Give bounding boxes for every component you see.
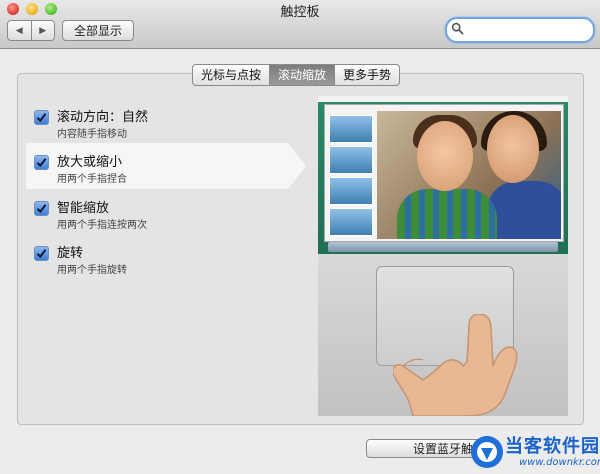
forward-button[interactable]: ▶ [30, 21, 55, 40]
checkmark-icon [36, 204, 47, 214]
tab-point-click[interactable]: 光标与点按 [193, 65, 269, 85]
preview-menubar [318, 96, 568, 102]
back-forward-group: ◀ ▶ [7, 20, 55, 41]
search-input[interactable] [467, 20, 589, 38]
trackpad-preferences-window: 触控板 ◀ ▶ 全部显示 光标与点按 滚动缩放 更多手势 滚动方向：自然 内容随… [0, 0, 600, 474]
checkmark-icon [36, 113, 47, 123]
search-field[interactable] [445, 17, 595, 43]
hand-icon [393, 314, 518, 416]
watermark-logo-icon [471, 436, 503, 468]
photo-woman-jacket [487, 181, 561, 239]
preview-family-photo [377, 111, 561, 239]
back-button[interactable]: ◀ [8, 21, 31, 40]
photo-woman-face [487, 115, 539, 183]
option-rotate[interactable]: 旋转 用两个手指旋转 [28, 242, 288, 276]
preview-thumbnail [329, 115, 373, 143]
preview-screen [318, 96, 568, 254]
option-smart-zoom[interactable]: 智能缩放 用两个手指连按两次 [28, 197, 288, 231]
option-title: 放大或缩小 [57, 155, 123, 170]
option-subtitle: 用两个手指捏合 [57, 174, 127, 185]
photo-boy-face [417, 121, 473, 191]
forward-arrow-icon: ▶ [39, 25, 47, 36]
option-title: 旋转 [57, 246, 84, 261]
scroll-direction-checkbox[interactable] [34, 110, 49, 125]
zoom-in-out-checkbox[interactable] [34, 155, 49, 170]
title-toolbar: 触控板 ◀ ▶ 全部显示 [0, 0, 600, 49]
rotate-checkbox[interactable] [34, 246, 49, 261]
tab-bar: 光标与点按 滚动缩放 更多手势 [192, 64, 401, 86]
watermark: 当客软件园 www.downkr.com [467, 430, 600, 474]
preview-thumbnail [329, 177, 373, 205]
preview-thumbnail [329, 208, 373, 236]
selected-option-pointer [288, 143, 306, 189]
option-title: 滚动方向：自然 [57, 110, 149, 125]
option-subtitle: 用两个手指旋转 [57, 265, 127, 276]
option-subtitle: 用两个手指连按两次 [57, 220, 147, 231]
checkmark-icon [36, 158, 47, 168]
option-subtitle: 内容随手指移动 [57, 129, 127, 140]
preview-dock [328, 242, 558, 252]
option-scroll-direction[interactable]: 滚动方向：自然 内容随手指移动 [28, 106, 288, 140]
gesture-preview-video [318, 96, 568, 416]
tab-scroll-zoom[interactable]: 滚动缩放 [269, 65, 335, 85]
smart-zoom-checkbox[interactable] [34, 201, 49, 216]
watermark-brand: 当客软件园 [505, 436, 600, 457]
option-title: 智能缩放 [57, 201, 110, 216]
back-arrow-icon: ◀ [15, 25, 23, 36]
preview-laptop-body [318, 254, 568, 416]
option-zoom-in-out[interactable]: 放大或缩小 用两个手指捏合 [28, 151, 288, 185]
checkmark-icon [36, 249, 47, 259]
preview-thumbnail [329, 146, 373, 174]
show-all-button[interactable]: 全部显示 [62, 20, 134, 41]
preview-thumbnails [329, 115, 373, 236]
tab-more-gestures[interactable]: 更多手势 [334, 65, 399, 85]
search-icon [451, 22, 464, 35]
watermark-url: www.downkr.com [519, 457, 600, 468]
preview-photo-app [324, 104, 564, 242]
photo-boy-shirt [397, 189, 497, 239]
